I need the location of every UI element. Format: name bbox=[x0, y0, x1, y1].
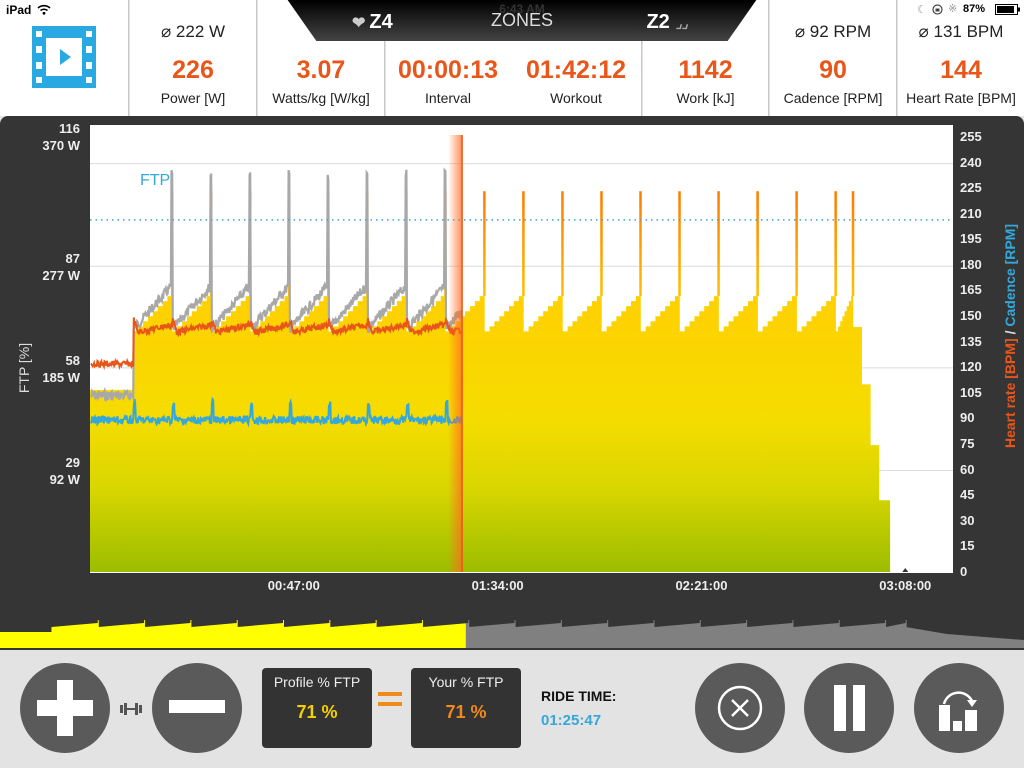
your-ftp-box[interactable]: Your % FTP 71 % bbox=[411, 668, 521, 748]
profile-ftp-box: Profile % FTP 71 % bbox=[262, 668, 372, 748]
right-tick-label: 255 bbox=[960, 128, 982, 144]
overview-strip[interactable] bbox=[0, 620, 1024, 648]
ride-time-value: 01:25:47 bbox=[541, 712, 602, 729]
right-tick-label: 0 bbox=[960, 564, 968, 579]
ftp-label: FTP bbox=[140, 172, 171, 189]
power-zone-value: Z2 bbox=[646, 11, 670, 33]
left-tick-label: 87 277 W bbox=[0, 250, 80, 284]
x-tick-marker bbox=[902, 568, 909, 572]
right-tick-label: 15 bbox=[960, 538, 975, 554]
profile-spike bbox=[851, 191, 855, 297]
profile-spike bbox=[795, 191, 798, 297]
watts-tick: 185 W bbox=[42, 369, 80, 385]
watts-tick: 370 W bbox=[42, 138, 80, 153]
position-cursor bbox=[448, 135, 463, 572]
right-tick-label: 135 bbox=[960, 333, 982, 349]
right-tick-label: 60 bbox=[960, 461, 975, 477]
profile-spike bbox=[834, 191, 837, 297]
profile-spike bbox=[522, 191, 525, 297]
profile-spike bbox=[483, 191, 486, 297]
ftp-percent-tick: 87 bbox=[65, 251, 80, 267]
ftp-percent-tick: 58 bbox=[65, 352, 80, 368]
heart-rate-axis-title: Heart rate [BPM] bbox=[1002, 338, 1018, 448]
right-tick-label: 90 bbox=[960, 410, 975, 426]
increase-intensity-button[interactable] bbox=[20, 663, 110, 753]
ftp-percent-tick: 116 bbox=[59, 121, 80, 136]
workout-chart[interactable] bbox=[0, 0, 1024, 650]
right-tick-label: 165 bbox=[960, 282, 982, 298]
profile-ftp-value: 71 % bbox=[296, 702, 338, 722]
your-ftp-value: 71 % bbox=[445, 702, 487, 722]
app: ⌀ 222 W 226 Power [W] 3.07 Watts/kg [W/k… bbox=[0, 0, 1024, 768]
right-tick-label: 75 bbox=[960, 436, 975, 452]
right-tick-label: 120 bbox=[960, 359, 982, 375]
right-axis-title: Heart rate [BPM] / Cadence [RPM] bbox=[1002, 224, 1018, 448]
cadence-axis-title: Cadence [RPM] bbox=[1002, 223, 1018, 327]
x-tick-label: 03:08:00 bbox=[879, 578, 932, 593]
right-tick-label: 105 bbox=[960, 384, 982, 400]
left-tick-label: 116 370 W bbox=[0, 120, 80, 154]
watts-tick: 92 W bbox=[49, 472, 80, 488]
watts-tick: 277 W bbox=[42, 268, 80, 284]
right-tick-label: 45 bbox=[960, 487, 975, 503]
control-bar: Profile % FTP 71 % Your % FTP 71 % bbox=[0, 650, 1024, 768]
right-tick-label: 210 bbox=[960, 205, 982, 221]
right-tick-label: 30 bbox=[960, 512, 975, 528]
lightning-icon: ⌟⌟ bbox=[675, 16, 688, 31]
profile-spike bbox=[561, 191, 564, 297]
ride-time-label: RIDE TIME: bbox=[541, 688, 617, 704]
right-tick-label: 195 bbox=[960, 231, 982, 247]
left-tick-label: 29 92 W bbox=[0, 454, 80, 488]
profile-area bbox=[90, 296, 891, 572]
axis-title-separator: / bbox=[1002, 330, 1018, 335]
pause-icon bbox=[834, 685, 865, 731]
profile-ftp-label: Profile % FTP bbox=[273, 674, 361, 690]
left-axis-title: FTP [%] bbox=[16, 342, 32, 394]
skip-interval-icon bbox=[939, 691, 977, 731]
pause-button[interactable] bbox=[804, 663, 894, 753]
x-tick-label: 02:21:00 bbox=[675, 578, 728, 593]
profile-spike bbox=[639, 191, 642, 297]
left-tick-label: 58 185 W bbox=[0, 352, 80, 386]
right-tick-label: 150 bbox=[960, 308, 982, 324]
close-circle-icon bbox=[717, 685, 763, 731]
profile-spike bbox=[756, 191, 759, 297]
equals-icon bbox=[378, 692, 402, 712]
your-ftp-label: Your % FTP bbox=[428, 674, 504, 690]
profile-spike bbox=[600, 191, 603, 297]
profile-spike bbox=[717, 191, 720, 297]
right-tick-label: 225 bbox=[960, 180, 982, 196]
x-tick-label: 00:47:00 bbox=[267, 578, 320, 593]
minus-icon bbox=[169, 700, 225, 713]
cursor-glow bbox=[448, 135, 463, 572]
dumbbell-icon bbox=[120, 703, 142, 715]
x-tick-label: 01:34:00 bbox=[471, 578, 524, 593]
ftp-percent-tick: 29 bbox=[65, 455, 80, 471]
right-tick-label: 180 bbox=[960, 256, 982, 272]
stop-button[interactable] bbox=[695, 663, 785, 753]
profile-spike bbox=[678, 191, 681, 297]
decrease-intensity-button[interactable] bbox=[152, 663, 242, 753]
right-tick-label: 240 bbox=[960, 154, 982, 170]
skip-interval-button[interactable] bbox=[914, 663, 1004, 753]
plus-icon bbox=[37, 680, 93, 736]
power-zone: Z2 ⌟⌟ bbox=[646, 11, 688, 34]
